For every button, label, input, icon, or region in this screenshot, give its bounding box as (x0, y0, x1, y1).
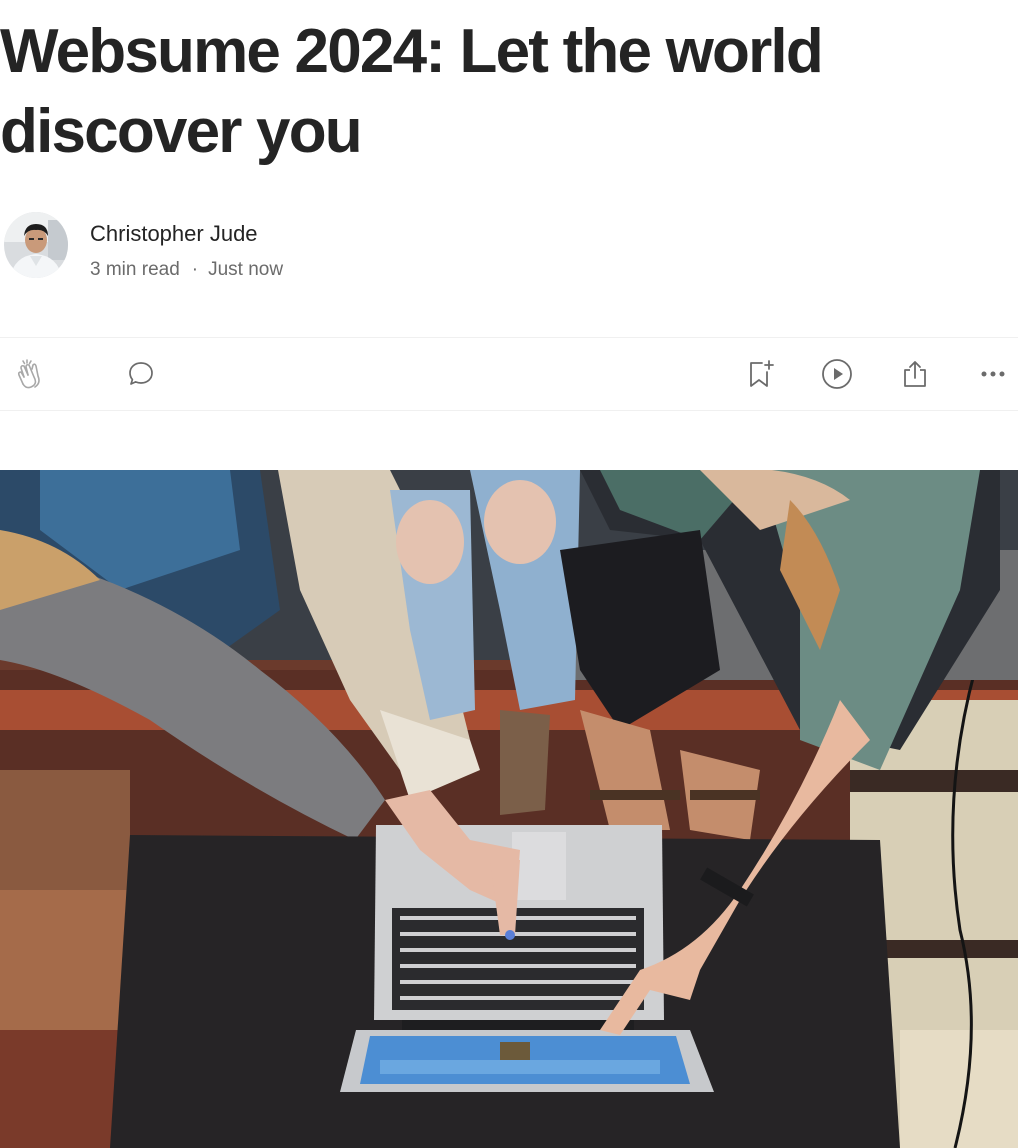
article-title: Websume 2024: Let the world discover you (0, 17, 824, 166)
article-meta: 3 min read · Just now (90, 259, 283, 281)
author-name[interactable]: Christopher Jude (90, 221, 258, 247)
avatar-image (4, 212, 68, 278)
share-icon[interactable] (897, 356, 933, 392)
clap-icon[interactable] (12, 356, 48, 392)
author-avatar[interactable] (4, 212, 68, 278)
meta-separator: · (191, 259, 199, 280)
byline: Christopher Jude 3 min read · Just now (4, 212, 604, 282)
action-bar (0, 337, 1018, 411)
read-time: 3 min read (90, 259, 180, 280)
more-icon[interactable] (975, 356, 1011, 392)
publish-time: Just now (208, 259, 284, 280)
play-icon[interactable] (819, 356, 855, 392)
comment-icon[interactable] (123, 356, 159, 392)
hero-image (0, 470, 1018, 1148)
bookmark-add-icon[interactable] (742, 356, 778, 392)
